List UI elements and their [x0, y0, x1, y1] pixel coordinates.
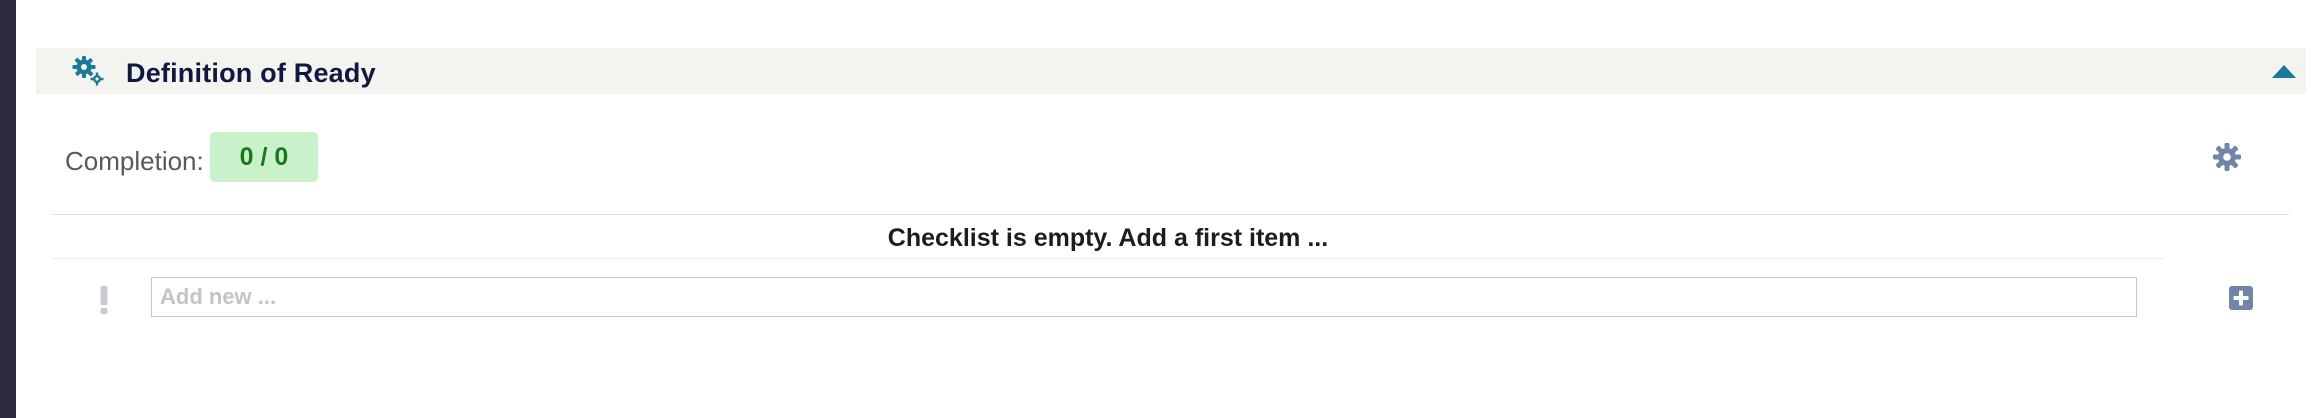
caret-up-icon[interactable] — [2270, 61, 2298, 81]
completion-value: 0 / 0 — [239, 142, 289, 171]
checklist-panel: Definition of Ready Completion: 0 / 0 Ch… — [16, 0, 2320, 418]
exclamation-icon[interactable] — [94, 284, 114, 316]
section-title: Definition of Ready — [126, 58, 376, 88]
divider — [53, 258, 2163, 259]
section-header[interactable]: Definition of Ready — [36, 48, 2306, 94]
completion-badge: 0 / 0 — [210, 132, 318, 182]
gears-icon — [72, 56, 104, 86]
empty-checklist-message: Checklist is empty. Add a first item ... — [887, 224, 1329, 252]
completion-label: Completion: — [65, 146, 204, 176]
new-item-input[interactable] — [151, 277, 2137, 317]
divider — [53, 214, 2289, 215]
gear-icon[interactable] — [2212, 142, 2242, 172]
plus-square-icon[interactable] — [2228, 285, 2254, 311]
